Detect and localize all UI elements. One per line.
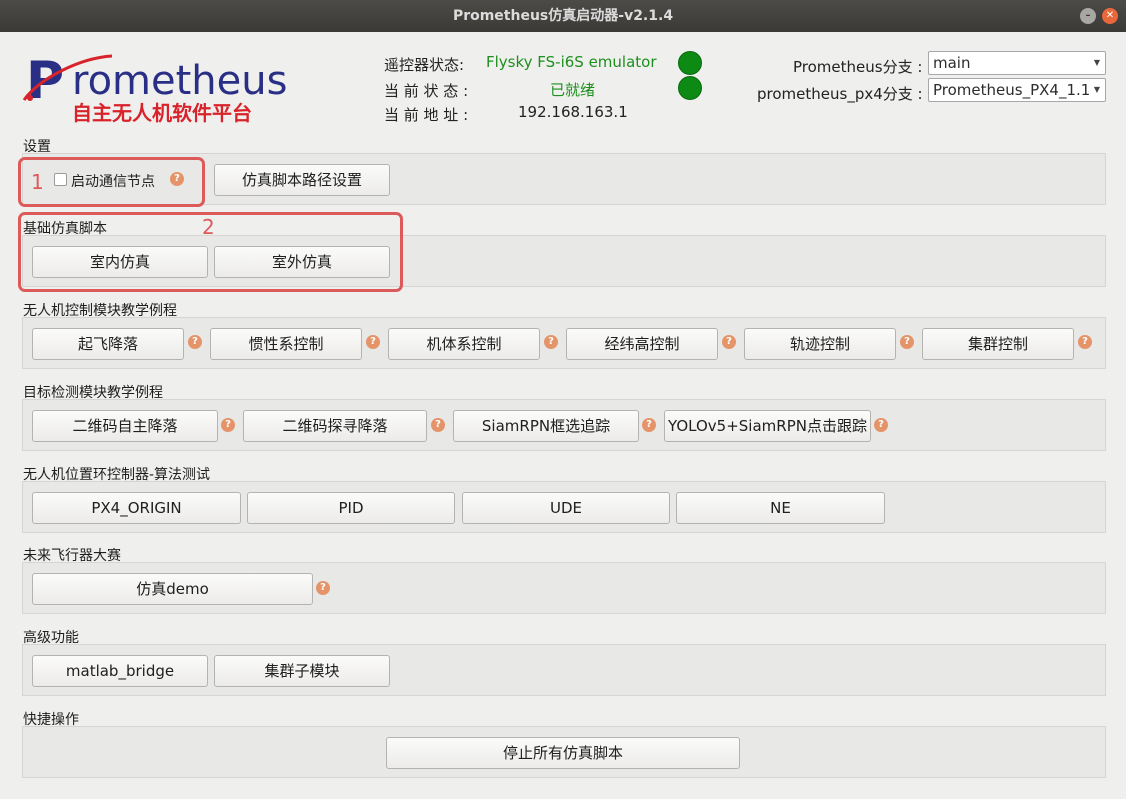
highlight-box-1 <box>18 157 205 207</box>
remote-status-value: Flysky FS-i6S emulator <box>486 53 657 71</box>
sim-demo-button[interactable]: 仿真demo <box>32 573 313 605</box>
siamrpn-track-button[interactable]: SiamRPN框选追踪 <box>453 410 639 442</box>
yolov5-siamrpn-button[interactable]: YOLOv5+SiamRPN点击跟踪 <box>664 410 871 442</box>
title-bar: Prometheus仿真启动器-v2.1.4 – ✕ <box>0 0 1126 32</box>
help-icon[interactable]: ? <box>221 418 235 432</box>
px4-origin-button[interactable]: PX4_ORIGIN <box>32 492 241 524</box>
current-address-label: 当 前 地 址 : <box>384 106 469 124</box>
logo-graphic: P rometheus 自主无人机软件平台 <box>22 51 287 125</box>
app-window: Prometheus仿真启动器-v2.1.4 – ✕ P rometheus 自… <box>0 0 1126 799</box>
chevron-down-icon: ▼ <box>1093 58 1100 67</box>
current-state-value: 已就绪 <box>550 81 596 99</box>
highlight-number-1: 1 <box>31 170 44 194</box>
swarm-control-button[interactable]: 集群控制 <box>922 328 1074 360</box>
inertial-control-button[interactable]: 惯性系控制 <box>210 328 362 360</box>
qr-auto-land-button[interactable]: 二维码自主降落 <box>32 410 218 442</box>
help-icon[interactable]: ? <box>316 581 330 595</box>
px4-branch-select[interactable]: Prometheus_PX4_1.1 ▼ <box>928 78 1106 102</box>
prometheus-branch-select[interactable]: main ▼ <box>928 51 1106 75</box>
minimize-button[interactable]: – <box>1080 8 1096 24</box>
window-title: Prometheus仿真启动器-v2.1.4 <box>452 8 674 24</box>
current-address-value: 192.168.163.1 <box>518 103 628 121</box>
px4-branch-label: prometheus_px4分支 : <box>757 85 923 103</box>
help-icon[interactable]: ? <box>642 418 656 432</box>
matlab-bridge-button[interactable]: matlab_bridge <box>32 655 208 687</box>
prometheus-logo: P rometheus 自主无人机软件平台 <box>20 48 310 128</box>
help-icon[interactable]: ? <box>900 335 914 349</box>
ne-button[interactable]: NE <box>676 492 885 524</box>
logo-dot <box>27 95 33 101</box>
help-icon[interactable]: ? <box>366 335 380 349</box>
ude-button[interactable]: UDE <box>462 492 670 524</box>
lla-control-button[interactable]: 经纬高控制 <box>566 328 718 360</box>
prometheus-branch-value: main <box>933 54 971 72</box>
highlight-number-2: 2 <box>202 215 215 239</box>
help-icon[interactable]: ? <box>722 335 736 349</box>
prometheus-branch-label: Prometheus分支 : <box>793 58 923 76</box>
remote-status-led <box>678 51 702 75</box>
close-button[interactable]: ✕ <box>1102 8 1118 24</box>
trajectory-control-button[interactable]: 轨迹控制 <box>744 328 896 360</box>
swarm-submodule-button[interactable]: 集群子模块 <box>214 655 390 687</box>
takeoff-land-button[interactable]: 起飞降落 <box>32 328 184 360</box>
help-icon[interactable]: ? <box>1078 335 1092 349</box>
logo-subtitle: 自主无人机软件平台 <box>72 101 252 125</box>
qr-search-land-button[interactable]: 二维码探寻降落 <box>243 410 427 442</box>
help-icon[interactable]: ? <box>544 335 558 349</box>
current-state-label: 当 前 状 态 : <box>384 82 469 100</box>
pid-button[interactable]: PID <box>247 492 455 524</box>
help-icon[interactable]: ? <box>431 418 445 432</box>
remote-status-label: 遥控器状态: <box>384 56 465 74</box>
px4-branch-value: Prometheus_PX4_1.1 <box>933 81 1091 99</box>
body-frame-control-button[interactable]: 机体系控制 <box>388 328 540 360</box>
help-icon[interactable]: ? <box>874 418 888 432</box>
help-icon[interactable]: ? <box>188 335 202 349</box>
logo-wordmark: rometheus <box>72 58 287 104</box>
current-state-led <box>678 76 702 100</box>
script-path-settings-button[interactable]: 仿真脚本路径设置 <box>214 164 390 196</box>
stop-all-scripts-button[interactable]: 停止所有仿真脚本 <box>386 737 740 769</box>
chevron-down-icon: ▼ <box>1093 79 1100 101</box>
